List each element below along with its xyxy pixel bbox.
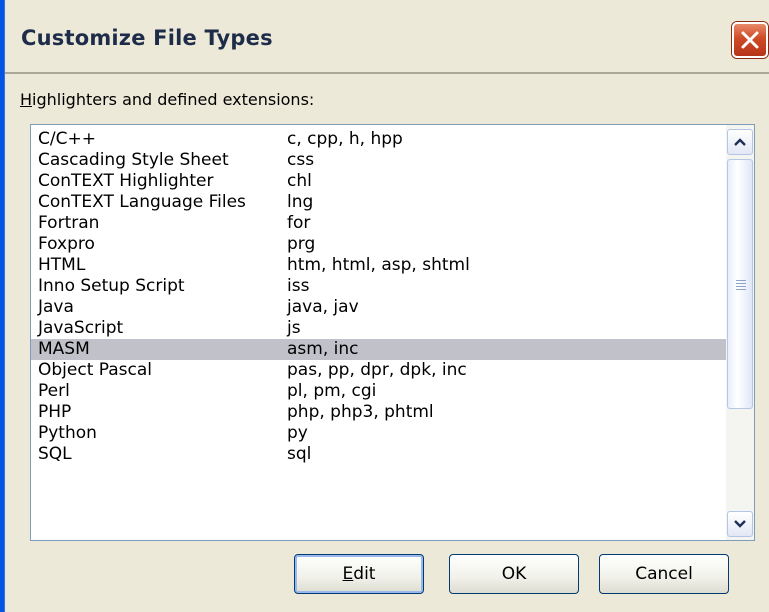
extensions: c, cpp, h, hpp [287,129,403,149]
extensions: php, php3, phtml [287,402,434,422]
extensions: for [287,213,311,233]
list-item[interactable]: Inno Setup Script iss [31,276,726,297]
extensions: js [287,318,301,338]
dialog-title: Customize File Types [21,26,273,50]
extensions: iss [287,276,310,296]
extensions: pl, pm, cgi [287,381,377,401]
edit-button[interactable]: Edit [294,554,424,594]
highlighter-name: C/C++ [38,129,96,149]
list-item[interactable]: HTML htm, html, asp, shtml [31,255,726,276]
list-item[interactable]: MASM asm, inc [31,339,726,360]
extensions: sql [287,444,312,464]
highlighter-name: SQL [38,444,72,464]
highlighters-listbox[interactable]: C/C++ c, cpp, h, hpp Cascading Style Sheet… [30,124,755,541]
highlighter-name: Inno Setup Script [38,276,185,296]
extensions: java, jav [287,297,359,317]
extensions: htm, html, asp, shtml [287,255,470,275]
highlighter-name: Foxpro [38,234,95,254]
extensions: chl [287,171,312,191]
extensions: prg [287,234,316,254]
chevron-up-icon [734,138,746,146]
list-item[interactable]: Python py [31,423,726,444]
highlighter-name: PHP [38,402,72,422]
ok-button[interactable]: OK [449,554,579,594]
highlighter-name: Object Pascal [38,360,153,380]
scroll-up-button[interactable] [727,129,753,155]
cancel-button[interactable]: Cancel [599,554,729,594]
chevron-down-icon [734,520,746,528]
extensions: asm, inc [287,339,359,359]
list-item[interactable]: Perl pl, pm, cgi [31,381,726,402]
highlighter-name: JavaScript [38,318,124,338]
list-item[interactable]: JavaScript js [31,318,726,339]
edit-accelerator: E [342,564,354,584]
list-rows: C/C++ c, cpp, h, hpp Cascading Style Sheet… [31,129,726,465]
vertical-scrollbar[interactable] [726,125,754,540]
highlighter-name: HTML [38,255,86,275]
highlighter-name: Fortran [38,213,100,233]
scroll-thumb[interactable] [727,159,753,409]
highlighters-label: Highlighters and defined extensions: [20,90,314,109]
list-item[interactable]: SQL sql [31,444,726,465]
highlighter-name: Python [38,423,97,443]
customize-file-types-dialog: Customize File Types Highlighters and de… [5,0,769,612]
extensions: css [287,150,315,170]
extensions: pas, pp, dpr, dpk, inc [287,360,467,380]
list-item[interactable]: C/C++ c, cpp, h, hpp [31,129,726,150]
label-accelerator: H [20,90,33,109]
highlighter-name: MASM [38,339,90,359]
extensions: py [287,423,308,443]
close-icon [741,31,759,49]
list-item[interactable]: ConTEXT Language Files lng [31,192,726,213]
highlighter-name: Java [38,297,74,317]
title-bar[interactable]: Customize File Types [5,4,769,74]
highlighter-name: Cascading Style Sheet [38,150,229,170]
edit-label: dit [353,564,376,584]
list-item[interactable]: Java java, jav [31,297,726,318]
close-button[interactable] [732,22,768,58]
label-text: ighlighters and defined extensions: [32,90,315,109]
scroll-down-button[interactable] [727,511,753,537]
extensions: lng [287,192,314,212]
list-item[interactable]: Object Pascal pas, pp, dpr, dpk, inc [31,360,726,381]
highlighter-name: Perl [38,381,70,401]
list-item[interactable]: Cascading Style Sheet css [31,150,726,171]
list-item[interactable]: ConTEXT Highlighter chl [31,171,726,192]
list-item[interactable]: Foxpro prg [31,234,726,255]
list-item[interactable]: PHP php, php3, phtml [31,402,726,423]
highlighter-name: ConTEXT Language Files [38,192,246,212]
list-item[interactable]: Fortran for [31,213,726,234]
highlighter-name: ConTEXT Highlighter [38,171,214,191]
